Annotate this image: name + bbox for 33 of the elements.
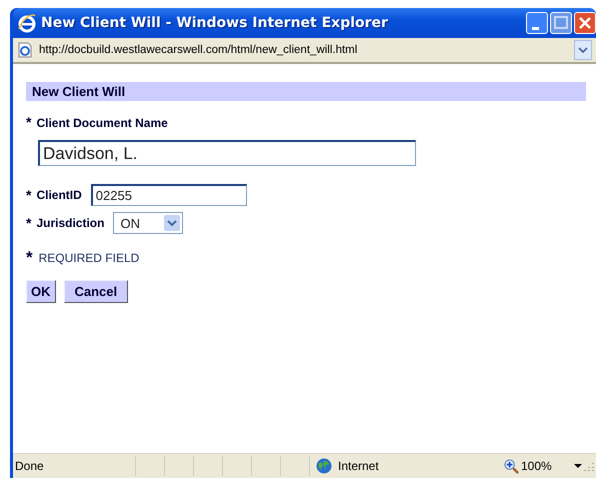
zoom-caret-icon[interactable] [574, 464, 582, 468]
field-label: Client Document Name [36, 116, 168, 130]
browser-logo-icon [17, 13, 37, 33]
chevron-down-icon [164, 215, 180, 231]
form-heading: New Client Will [26, 82, 586, 101]
field-label: Jurisdiction [36, 216, 104, 230]
required-asterisk: * [26, 187, 32, 203]
address-bar[interactable]: http://docbuild.westlawecarswell.com/html/new_client_will.html [13, 38, 596, 64]
required-note: REQUIRED FIELD [38, 251, 140, 265]
status-text: Done [14, 459, 45, 473]
page-icon [17, 42, 33, 58]
cancel-button[interactable]: Cancel [64, 280, 128, 303]
maximize-button[interactable] [550, 12, 572, 34]
document-name-field[interactable]: Davidson, L. [38, 140, 416, 166]
zoom-in-icon [504, 458, 519, 474]
field-label: ClientID [36, 188, 82, 202]
resize-grip-icon[interactable] [582, 460, 594, 472]
chevron-down-icon [578, 47, 588, 53]
required-asterisk: * [26, 215, 32, 231]
globe-icon [316, 458, 332, 474]
ok-button[interactable]: OK [26, 280, 56, 303]
client-id-field[interactable]: 02255 [90, 184, 247, 206]
zoom-button[interactable]: 100% [504, 458, 552, 474]
address-dropdown-button[interactable] [574, 40, 592, 60]
window-title: New Client Will - Windows Internet Explorer [41, 15, 389, 31]
required-asterisk: * [26, 248, 33, 268]
minimize-button[interactable] [526, 12, 548, 34]
security-zone-label: Internet [338, 459, 379, 473]
jurisdiction-dropdown[interactable]: ON [113, 212, 184, 234]
required-asterisk: * [26, 114, 32, 130]
url-text: http://docbuild.westlawecarswell.com/html/new_client_will.html [39, 44, 358, 56]
close-button[interactable] [574, 12, 596, 34]
minimize-icon [532, 26, 538, 30]
